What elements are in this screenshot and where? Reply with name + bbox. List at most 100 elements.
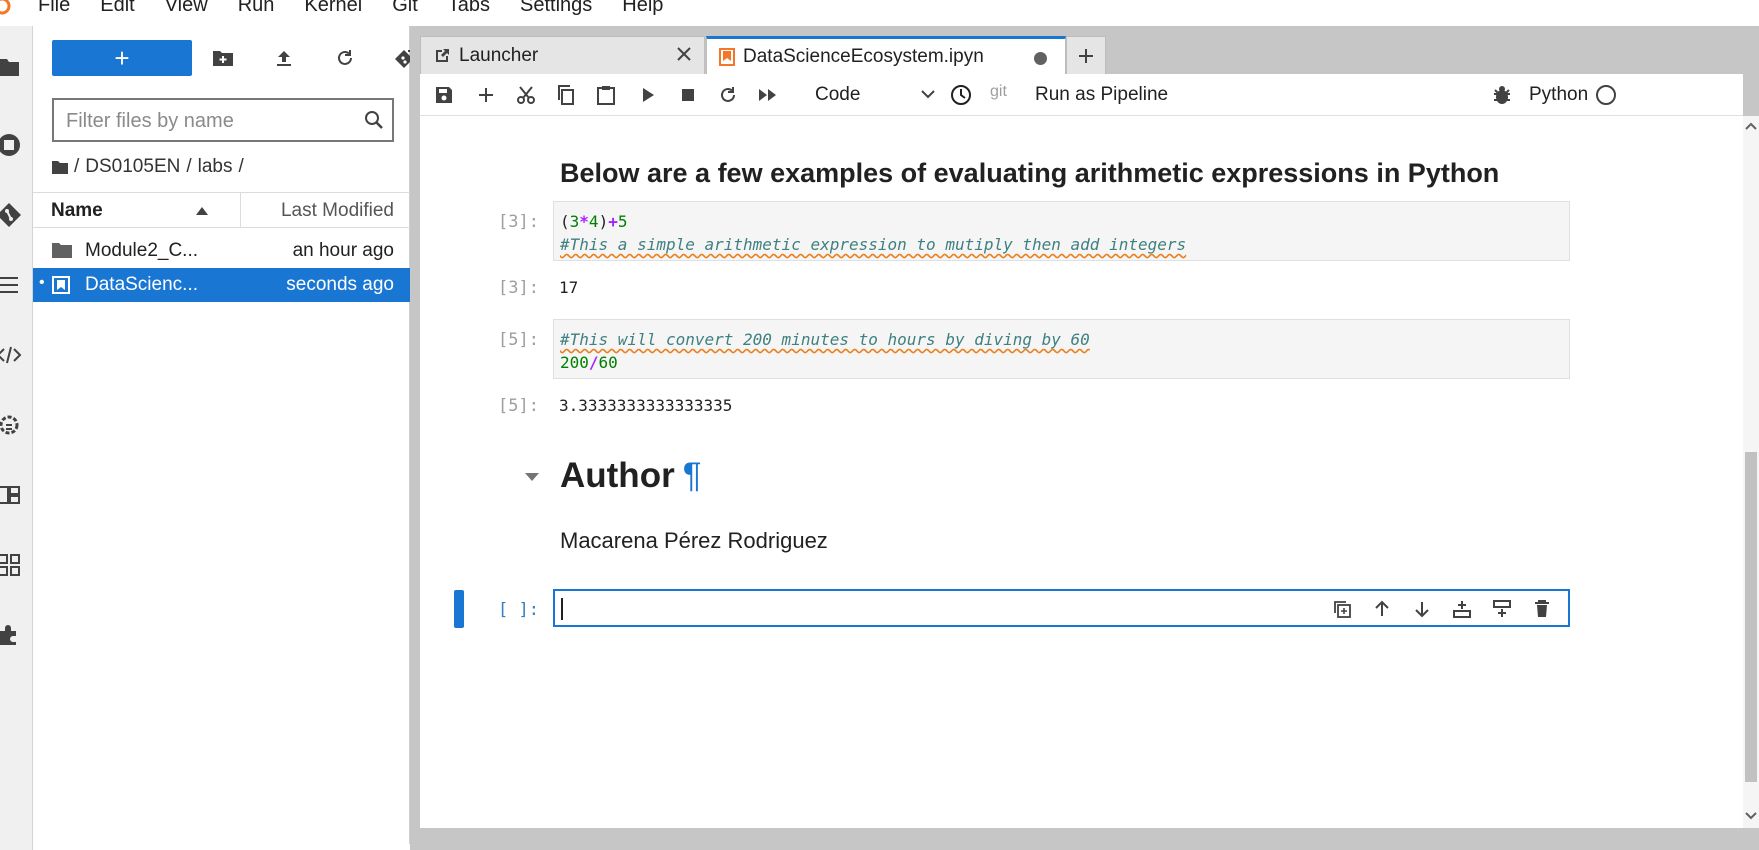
move-down-icon[interactable] bbox=[1402, 595, 1442, 623]
menu-kernel[interactable]: Kernel bbox=[304, 0, 362, 22]
collapse-heading-icon[interactable] bbox=[524, 472, 540, 482]
code-snippets-icon[interactable] bbox=[0, 338, 26, 372]
property-inspector-icon[interactable] bbox=[0, 408, 26, 442]
notebook-icon bbox=[52, 276, 70, 294]
author-heading: Author ¶ bbox=[560, 456, 702, 495]
unsaved-dot-icon[interactable] bbox=[1034, 52, 1047, 65]
breadcrumb-labs[interactable]: labs bbox=[198, 156, 233, 178]
file-name: Module2_C... bbox=[85, 240, 199, 261]
stop-icon[interactable] bbox=[674, 81, 702, 109]
heading-anchor-link[interactable]: ¶ bbox=[683, 456, 702, 495]
scrollbar-thumb[interactable] bbox=[1745, 452, 1757, 782]
menu-git[interactable]: Git bbox=[392, 0, 418, 22]
insert-above-icon[interactable] bbox=[1442, 595, 1482, 623]
move-up-icon[interactable] bbox=[1362, 595, 1402, 623]
tab-launcher[interactable]: Launcher bbox=[420, 36, 705, 74]
insert-below-icon[interactable] bbox=[1482, 595, 1522, 623]
menu-edit[interactable]: Edit bbox=[100, 0, 134, 22]
author-name: Macarena Pérez Rodriguez bbox=[560, 528, 828, 553]
text-caret bbox=[561, 598, 563, 620]
file-row-notebook[interactable]: • DataScienc... seconds ago bbox=[33, 268, 410, 302]
column-divider[interactable] bbox=[240, 193, 241, 227]
run-as-pipeline-button[interactable]: Run as Pipeline bbox=[1035, 84, 1168, 106]
search-icon bbox=[364, 110, 384, 130]
new-folder-button[interactable] bbox=[209, 44, 237, 72]
pipeline-icon[interactable] bbox=[0, 548, 26, 582]
file-row-folder[interactable]: Module2_C... an hour ago bbox=[33, 234, 410, 268]
breadcrumb: / DS0105EN / labs / bbox=[52, 152, 250, 182]
breadcrumb-separator: / bbox=[238, 156, 244, 177]
cell-type-value: Code bbox=[815, 84, 861, 105]
output-prompt: [5]: bbox=[498, 396, 539, 416]
add-tab-button[interactable] bbox=[1066, 36, 1106, 74]
clock-icon[interactable] bbox=[947, 81, 975, 109]
output-prompt: [3]: bbox=[498, 278, 539, 298]
menu-tabs[interactable]: Tabs bbox=[448, 0, 490, 22]
git-label[interactable]: git bbox=[990, 83, 1007, 101]
git-icon[interactable] bbox=[0, 198, 26, 232]
code-comment: #This a simple arithmetic expression to … bbox=[560, 235, 1187, 254]
menu-help[interactable]: Help bbox=[622, 0, 663, 22]
active-code-cell-input[interactable] bbox=[553, 589, 1570, 627]
scroll-up-icon[interactable] bbox=[1745, 122, 1757, 130]
code-cell-input[interactable]: #This will convert 200 minutes to hours … bbox=[553, 319, 1570, 379]
scroll-down-icon[interactable] bbox=[1745, 812, 1757, 820]
column-name-header[interactable]: Name bbox=[51, 200, 103, 222]
filter-files-input[interactable] bbox=[66, 108, 346, 134]
duplicate-cell-icon[interactable] bbox=[1322, 595, 1362, 623]
breadcrumb-separator: / bbox=[74, 156, 80, 177]
folder-icon[interactable] bbox=[0, 50, 26, 84]
home-folder-icon[interactable] bbox=[52, 160, 68, 174]
cell-type-select[interactable]: Code bbox=[815, 81, 935, 109]
file-name: DataScienc... bbox=[85, 274, 198, 295]
component-catalog-icon[interactable] bbox=[0, 478, 26, 512]
fast-forward-icon[interactable] bbox=[754, 81, 782, 109]
cut-icon[interactable] bbox=[512, 81, 540, 109]
menu-settings[interactable]: Settings bbox=[520, 0, 592, 22]
tab-label: DataScienceEcosystem.ipyn bbox=[743, 45, 984, 67]
jupyter-logo-icon bbox=[0, 0, 16, 26]
copy-icon[interactable] bbox=[552, 81, 580, 109]
input-prompt: [ ]: bbox=[498, 600, 539, 620]
kernel-name[interactable]: Python bbox=[1529, 84, 1588, 106]
run-icon[interactable] bbox=[634, 81, 662, 109]
active-cell-indicator bbox=[454, 590, 464, 628]
new-launcher-button[interactable]: + bbox=[52, 40, 192, 76]
kernel-status-idle-icon bbox=[1596, 85, 1616, 105]
file-browser-panel: + / DS0105EN / labs / Name bbox=[33, 26, 414, 844]
file-list-header: Name Last Modified bbox=[33, 192, 410, 228]
cell-toolbar bbox=[1322, 595, 1562, 623]
close-icon[interactable] bbox=[676, 46, 692, 62]
save-icon[interactable] bbox=[430, 81, 458, 109]
table-of-contents-icon[interactable] bbox=[0, 268, 26, 302]
menu-run[interactable]: Run bbox=[238, 0, 275, 22]
menu-file[interactable]: File bbox=[38, 0, 70, 22]
filter-files-field[interactable] bbox=[52, 98, 394, 142]
input-prompt: [3]: bbox=[498, 212, 539, 232]
paste-icon[interactable] bbox=[592, 81, 620, 109]
running-sessions-icon[interactable] bbox=[0, 128, 26, 162]
notebook-scrollbar[interactable] bbox=[1743, 116, 1759, 828]
column-modified-header[interactable]: Last Modified bbox=[281, 200, 394, 222]
launcher-icon bbox=[433, 47, 451, 65]
menu-view[interactable]: View bbox=[165, 0, 208, 22]
code-line: 200/60 bbox=[560, 353, 618, 372]
main-dock-area: Launcher DataScienceEcosystem.ipyn Code … bbox=[410, 26, 1759, 850]
cell-output: 3.3333333333333335 bbox=[559, 396, 733, 415]
file-modified: an hour ago bbox=[292, 240, 394, 261]
breadcrumb-ds0105en[interactable]: DS0105EN bbox=[85, 156, 180, 178]
restart-icon[interactable] bbox=[714, 81, 742, 109]
plus-icon: + bbox=[114, 43, 130, 73]
refresh-icon[interactable] bbox=[331, 44, 359, 72]
code-cell-input[interactable]: (3*4)+5 #This a simple arithmetic expres… bbox=[553, 201, 1570, 261]
activity-bar bbox=[0, 26, 33, 850]
extensions-icon[interactable] bbox=[0, 618, 26, 652]
tab-bar: Launcher DataScienceEcosystem.ipyn bbox=[420, 36, 1759, 74]
notebook-toolbar: Code git Run as Pipeline Python bbox=[420, 74, 1743, 116]
debugger-icon[interactable] bbox=[1488, 81, 1516, 109]
delete-cell-icon[interactable] bbox=[1522, 595, 1562, 623]
sort-ascending-icon bbox=[196, 207, 208, 215]
tab-notebook[interactable]: DataScienceEcosystem.ipyn bbox=[706, 36, 1066, 74]
insert-cell-icon[interactable] bbox=[472, 81, 500, 109]
upload-icon[interactable] bbox=[270, 44, 298, 72]
